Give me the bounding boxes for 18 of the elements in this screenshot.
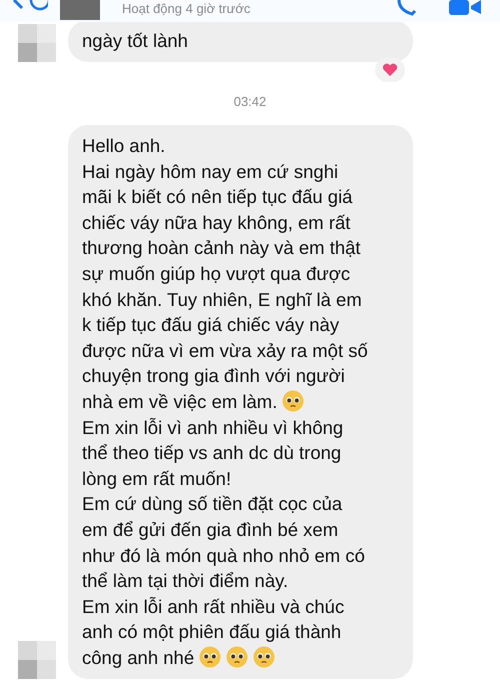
avatar-icon — [18, 640, 56, 679]
heart-icon — [382, 62, 398, 77]
avatar-icon — [18, 24, 56, 62]
phone-icon[interactable] — [396, 0, 418, 16]
timestamp: 03:42 — [234, 92, 266, 111]
message-text: Em cứ dùng số tiền đặt cọc của em để gửi đến gia đình bé xem như đó là món quà nho nhỏ em có thể làm tại thời điểm này. — [82, 492, 366, 594]
video-camera-icon[interactable] — [449, 0, 483, 16]
message-text: Em xin lỗi anh rất nhiều và chúc anh có một phiên đấu giá thành công anh nhé — [82, 594, 346, 670]
active-status: Hoạt động 4 giờ trước — [122, 1, 250, 17]
avatar-icon — [60, 0, 100, 20]
pleading-face-icon — [226, 646, 248, 668]
message-text: Hai ngày hôm nay em cứ snghi mãi k biết có nên tiếp tục đấu giá chiếc váy nữa hay không, em rất thương hoàn cảnh này và em thật sự muốn giúp họ vượt qua được khó khăn. Tuy nhiên, E nghĩ là em k tiếp tục đấu giá chiếc váy này được nữa vì em vừa xảy ra một số chuyện trong gia đình với người nhà em về việc em làm. — [82, 160, 369, 414]
message-text: ngày tốt lành — [82, 29, 189, 53]
pleading-face-icon — [199, 646, 222, 668]
message-text: Hello anh. — [82, 134, 166, 158]
pleading-face-icon — [253, 646, 276, 668]
pleading-face-icon — [282, 390, 304, 412]
message-text: Em xin lỗi vì anh nhiều vì không thể theo tiếp vs anh dc dù trong lòng em rất muốn! — [82, 416, 344, 491]
